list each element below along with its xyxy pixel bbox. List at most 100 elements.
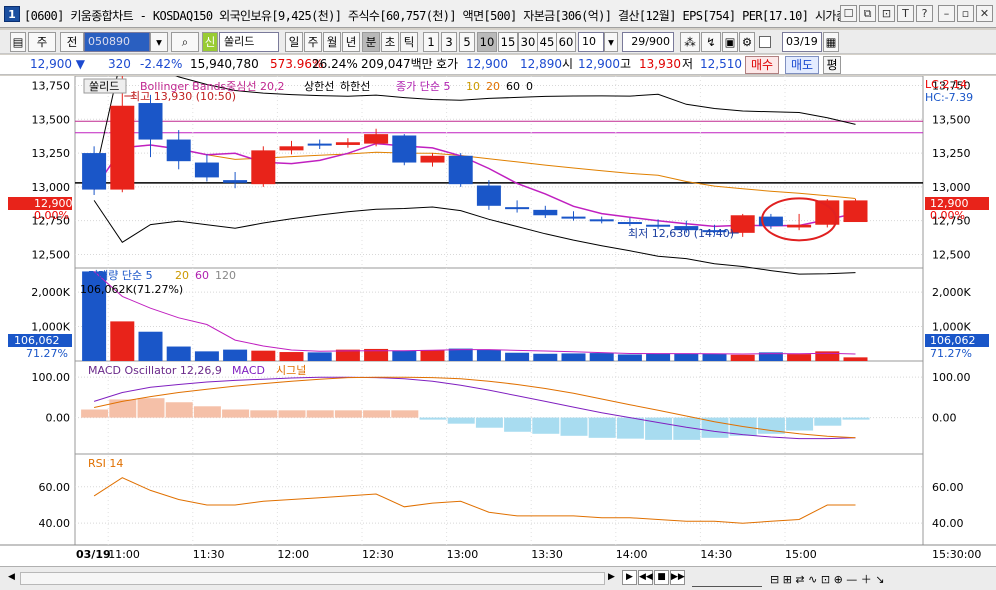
zoom-slider[interactable] xyxy=(692,571,762,587)
rsi-legend: RSI 14 xyxy=(88,457,123,470)
window-title: [0600] 키움종합차트 - KOSDAQ150 외국인보유[9,425(천)… xyxy=(24,9,847,23)
volume-bar xyxy=(646,353,671,361)
stop-icon[interactable]: ■ xyxy=(654,570,669,585)
save-icon[interactable]: ▣ xyxy=(722,32,738,52)
close-button[interactable]: ✕ xyxy=(976,5,993,22)
interval-10[interactable]: 10 xyxy=(477,32,497,52)
window-control-icon[interactable]: ⧉ xyxy=(859,5,876,22)
macd-osc-bar xyxy=(588,417,616,438)
macd-osc-bar xyxy=(475,417,503,428)
tab-second[interactable]: 초 xyxy=(381,32,399,52)
window-control-icon[interactable]: ☐ xyxy=(840,5,857,22)
sell-button[interactable]: 매도 xyxy=(785,56,819,74)
price-axis-label-right: 13,500 xyxy=(932,113,971,126)
right-time-label: 15:30:00 xyxy=(932,548,981,561)
interval-45[interactable]: 45 xyxy=(537,32,557,52)
app-icon[interactable]: 1 xyxy=(4,6,20,22)
search-icon[interactable]: ⌕ xyxy=(171,32,199,52)
macd-axis-label: 100.00 xyxy=(32,371,71,384)
draw-tool-icon[interactable]: ↯ xyxy=(701,32,721,52)
volume-bar xyxy=(476,349,501,361)
price-axis-label: 13,250 xyxy=(32,147,71,160)
calendar-icon[interactable]: ▦ xyxy=(823,32,839,52)
macd-osc-bar xyxy=(814,417,842,426)
tab-minute[interactable]: 분 xyxy=(362,32,380,52)
tab-tick[interactable]: 틱 xyxy=(400,32,418,52)
volume-info: 106,062K(71.27%) xyxy=(80,283,183,296)
scroll-right-icon[interactable]: ▶ xyxy=(608,572,618,584)
tab-week[interactable]: 주 xyxy=(304,32,322,52)
chevron-down-icon[interactable]: ▾ xyxy=(150,32,168,52)
rsi-axis-label-right: 40.00 xyxy=(932,517,964,530)
interval-5[interactable]: 5 xyxy=(459,32,475,52)
scroll-left-icon[interactable]: ◀ xyxy=(8,572,18,584)
macd-osc-bar xyxy=(391,410,419,418)
time-axis-label: 13:00 xyxy=(447,548,479,561)
volume-tag-left: 106,062 xyxy=(14,334,60,347)
candle-body xyxy=(251,150,276,185)
macd-osc-bar xyxy=(786,417,814,431)
volume-bar xyxy=(223,349,248,361)
volume-bar xyxy=(307,352,332,361)
macd-osc-bar xyxy=(532,417,560,434)
count-input[interactable]: 29/900 xyxy=(622,32,674,52)
interval-15[interactable]: 15 xyxy=(498,32,518,52)
interval-30[interactable]: 30 xyxy=(518,32,538,52)
chart-tool-icon[interactable]: ⁂ xyxy=(680,32,700,52)
stock-code-input[interactable]: 050890 xyxy=(84,32,150,52)
layout-icon[interactable]: ▤ xyxy=(10,32,26,52)
chevron-down-icon[interactable]: ▾ xyxy=(604,32,618,52)
zoom-tools-icon[interactable]: ⊟ ⊞ ⇄ ∿ ⊡ ⊕ — ＋ ↘ xyxy=(770,571,885,587)
candle-body xyxy=(533,209,558,216)
low-annotation: 최저 12,630 (14:40) xyxy=(628,227,734,240)
next-icon[interactable]: ▶ xyxy=(622,570,637,585)
hoga-label: 호가 xyxy=(436,57,459,71)
rewind-icon[interactable]: ◀◀ xyxy=(638,570,653,585)
volume-axis-label: 2,000K xyxy=(31,286,70,299)
interval-select[interactable]: 10 xyxy=(578,32,604,52)
macd-osc-bar xyxy=(278,410,306,418)
title-bar: 1 [0600] 키움종합차트 - KOSDAQ150 외국인보유[9,425(… xyxy=(0,0,996,28)
ma10-legend: 10 xyxy=(466,80,480,93)
open-label: 시 xyxy=(562,57,574,71)
time-axis-label: 14:00 xyxy=(616,548,648,561)
candle-body xyxy=(448,155,473,185)
maximize-button[interactable]: ▫ xyxy=(957,5,974,22)
evaluation-button[interactable]: 평 xyxy=(823,56,841,74)
fast-forward-icon[interactable]: ▶▶ xyxy=(670,570,685,585)
time-axis-label: 12:30 xyxy=(362,548,394,561)
buy-button[interactable]: 매수 xyxy=(745,56,779,74)
candle-body xyxy=(589,219,614,222)
interval-60[interactable]: 60 xyxy=(556,32,576,52)
chart-area[interactable]: 12,500 12,500 12,750 12,750 13,000 13,000 13,2… xyxy=(0,52,996,566)
price-axis-label: 13,500 xyxy=(32,113,71,126)
amount-value: 209,047백만 xyxy=(361,57,433,71)
gear-icon[interactable]: ⚙ xyxy=(739,32,755,52)
macd-osc-bar xyxy=(701,417,729,438)
volume-legend-20: 20 xyxy=(175,269,189,282)
price-legend-stock: 쏠리드 xyxy=(89,80,119,93)
volume-legend-60: 60 xyxy=(195,269,209,282)
date-checkbox[interactable] xyxy=(759,36,771,48)
all-button[interactable]: 전 xyxy=(60,32,84,52)
help-icon[interactable]: ? xyxy=(916,5,933,22)
minimize-button[interactable]: – xyxy=(938,5,955,22)
lc-label: LC:2.14 xyxy=(925,78,967,91)
open-value: 12,900 xyxy=(578,57,620,71)
chart-svg[interactable]: 12,500 12,50012,750 12,75013,000 13,00013,2… xyxy=(0,52,996,566)
hoga-bid: 12,890 xyxy=(520,57,562,71)
font-icon[interactable]: T xyxy=(897,5,914,22)
tab-year[interactable]: 년 xyxy=(342,32,360,52)
window-control-icon[interactable]: ⊡ xyxy=(878,5,895,22)
volume-legend: 거래량 단순 5 xyxy=(88,269,153,282)
interval-3[interactable]: 3 xyxy=(441,32,457,52)
tab-month[interactable]: 월 xyxy=(323,32,341,52)
candle-body xyxy=(82,153,107,190)
date-input[interactable]: 03/19 xyxy=(782,32,822,52)
tab-day[interactable]: 일 xyxy=(285,32,303,52)
volume-bar xyxy=(589,353,614,361)
volume-bar xyxy=(617,354,642,361)
horizontal-scrollbar[interactable] xyxy=(20,572,605,585)
interval-1[interactable]: 1 xyxy=(423,32,439,52)
market-button[interactable]: 주 xyxy=(28,32,56,52)
